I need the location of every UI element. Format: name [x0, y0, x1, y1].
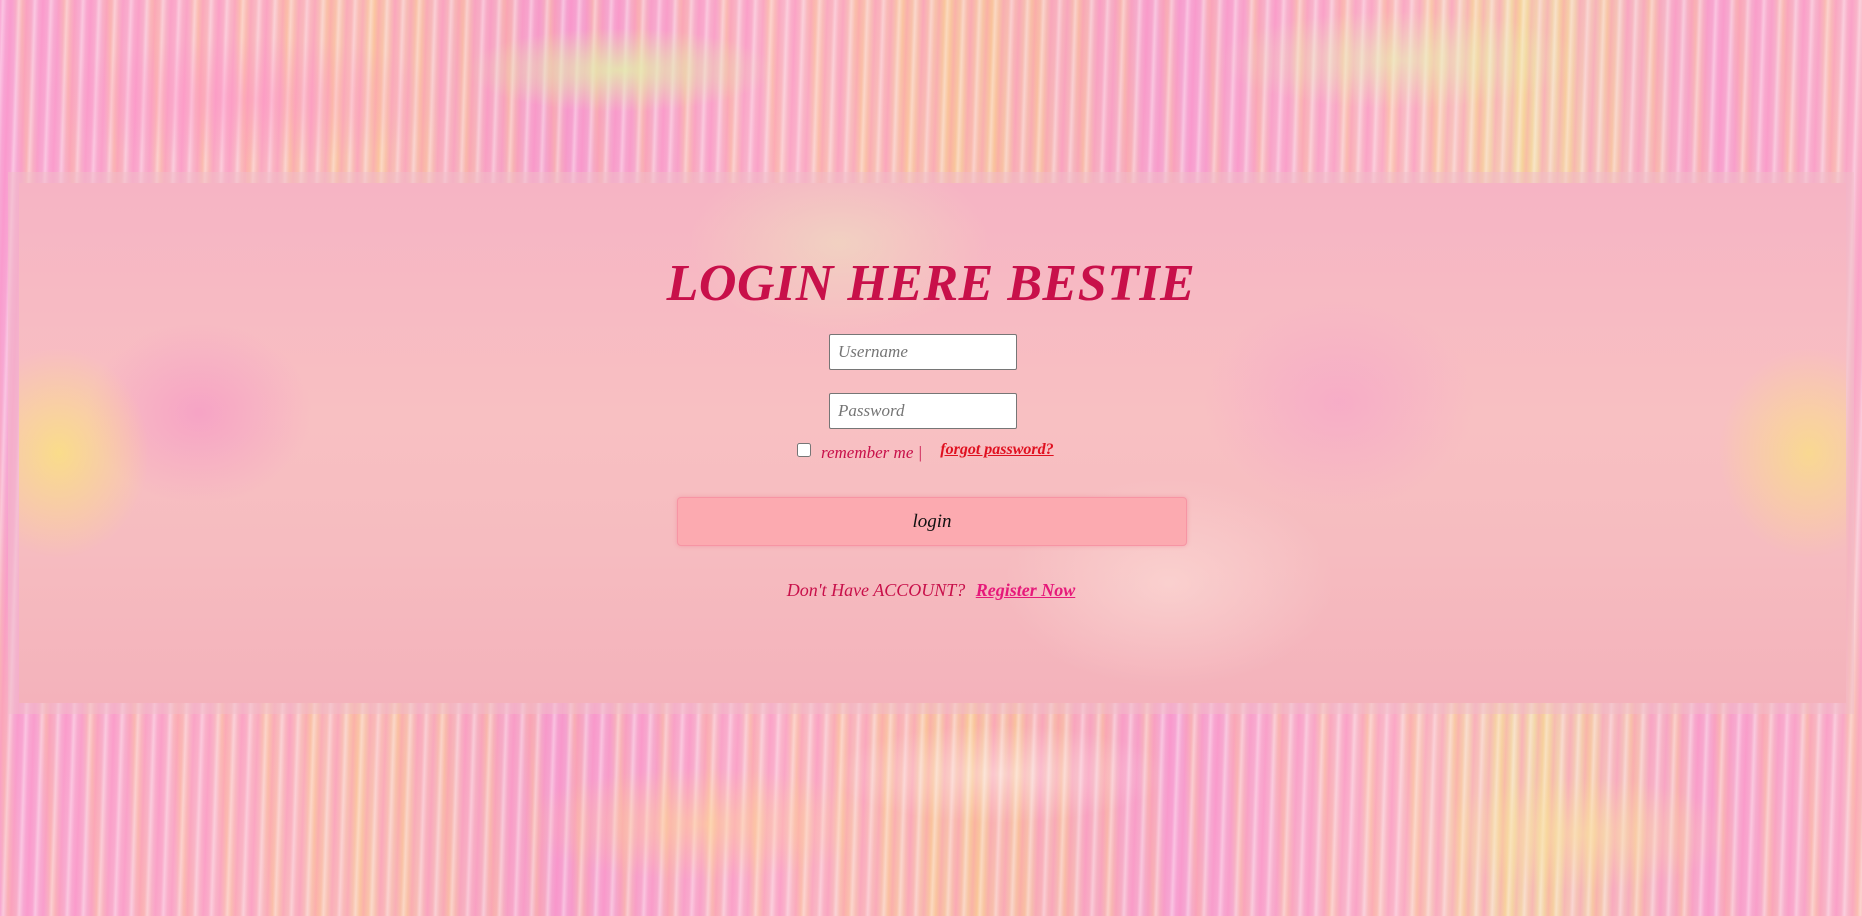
remember-forgot-row: remember me | forgot password?	[795, 436, 1054, 464]
painted-background-top	[0, 0, 1862, 172]
remember-me-checkbox[interactable]	[797, 443, 811, 457]
forgot-password-link[interactable]: forgot password?	[940, 441, 1053, 459]
register-prompt: Don't Have ACCOUNT?	[786, 580, 966, 600]
username-input[interactable]	[829, 334, 1017, 370]
register-row: Don't Have ACCOUNT? Register Now	[0, 580, 1862, 601]
login-title: LOGIN HERE BESTIE	[666, 255, 1196, 312]
remember-me-label: remember me |	[821, 443, 923, 462]
register-now-link[interactable]: Register Now	[976, 580, 1076, 600]
login-button[interactable]: login	[677, 497, 1187, 546]
password-input[interactable]	[829, 393, 1017, 429]
painted-background-bottom	[0, 714, 1862, 916]
